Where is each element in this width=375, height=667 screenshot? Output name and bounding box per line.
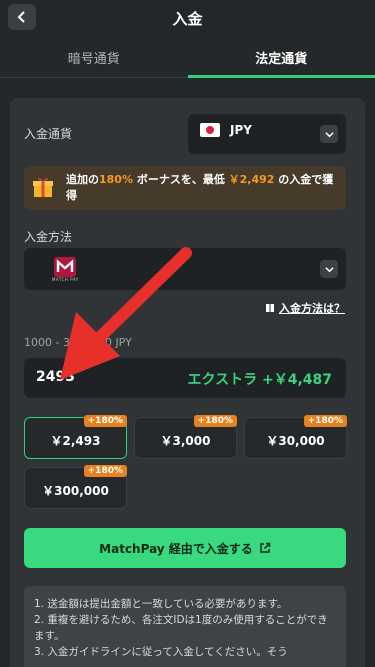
tab-bar: 暗号通貨 法定通貨 xyxy=(0,44,375,78)
amount-range: 1000 - 3000000 JPY xyxy=(24,336,132,349)
chip-bonus-badge: +180% xyxy=(83,415,127,427)
bonus-text: 追加の180% ボーナスを、最低 ￥2,492 の入金で獲得 xyxy=(66,173,334,202)
amount-chip[interactable]: ￥2,493 +180% xyxy=(24,415,127,459)
external-link-icon xyxy=(260,542,271,553)
deposit-button-label: MatchPay 経由で入金する xyxy=(99,541,253,556)
page-title: 入金 xyxy=(172,10,203,28)
amount-value: 2493 xyxy=(36,369,75,385)
tab-fiat[interactable]: 法定通貨 xyxy=(187,44,375,78)
amount-chip[interactable]: ￥3,000 +180% xyxy=(134,415,237,459)
header: 入金 xyxy=(0,0,375,36)
deposit-matchpay-button[interactable]: MatchPay 経由で入金する xyxy=(24,528,346,568)
chip-bonus-badge: +180% xyxy=(303,415,347,427)
chip-amount: ￥30,000 xyxy=(266,434,325,448)
help-link-label: 入金方法は？ xyxy=(279,302,345,315)
currency-code: JPY xyxy=(230,123,252,137)
gift-icon xyxy=(33,178,53,197)
chip-bonus-badge: +180% xyxy=(83,465,127,477)
currency-select[interactable]: JPY xyxy=(188,114,346,154)
method-select[interactable]: MATCH PAY xyxy=(24,248,346,290)
matchpay-logo-icon xyxy=(54,257,76,277)
amount-input[interactable]: 2493 エクストラ +￥4,487 xyxy=(24,358,346,398)
chip-amount: ￥300,000 xyxy=(42,484,109,498)
deposit-card: 入金通貨 JPY 追加の180% ボーナスを、最低 ￥2,492 の入金で獲得 … xyxy=(10,98,365,667)
note-item: 2. 重複を避けるため、各注文IDは1度のみ使用することができます。 xyxy=(34,614,328,642)
book-icon xyxy=(266,304,274,312)
chevron-down-icon xyxy=(320,125,338,143)
bonus-banner: 追加の180% ボーナスを、最低 ￥2,492 の入金で獲得 xyxy=(24,166,346,210)
note-item: 1. 送金額は提出金額と一致している必要があります。 xyxy=(34,598,288,610)
note-item: 3. 入金ガイドラインに従って入金してください。そう xyxy=(34,646,288,658)
currency-label: 入金通貨 xyxy=(24,127,73,141)
chip-bonus-badge: +180% xyxy=(193,415,237,427)
chip-amount: ￥3,000 xyxy=(160,434,211,448)
extra-bonus-amount: エクストラ +￥4,487 xyxy=(187,372,332,388)
chip-amount: ￥2,493 xyxy=(50,434,101,448)
payment-method-help-link[interactable]: 入金方法は？ xyxy=(265,300,345,316)
matchpay-logo-text: MATCH PAY xyxy=(52,277,79,282)
japan-flag-icon xyxy=(200,123,220,137)
chevron-down-icon xyxy=(320,260,338,278)
method-label: 入金方法 xyxy=(24,230,73,244)
amount-chip[interactable]: ￥30,000 +180% xyxy=(244,415,347,459)
tab-crypto[interactable]: 暗号通貨 xyxy=(0,44,188,78)
deposit-notes: 1. 送金額は提出金額と一致している必要があります。 2. 重複を避けるため、各… xyxy=(24,586,346,667)
amount-chip[interactable]: ￥300,000 +180% xyxy=(24,465,127,509)
